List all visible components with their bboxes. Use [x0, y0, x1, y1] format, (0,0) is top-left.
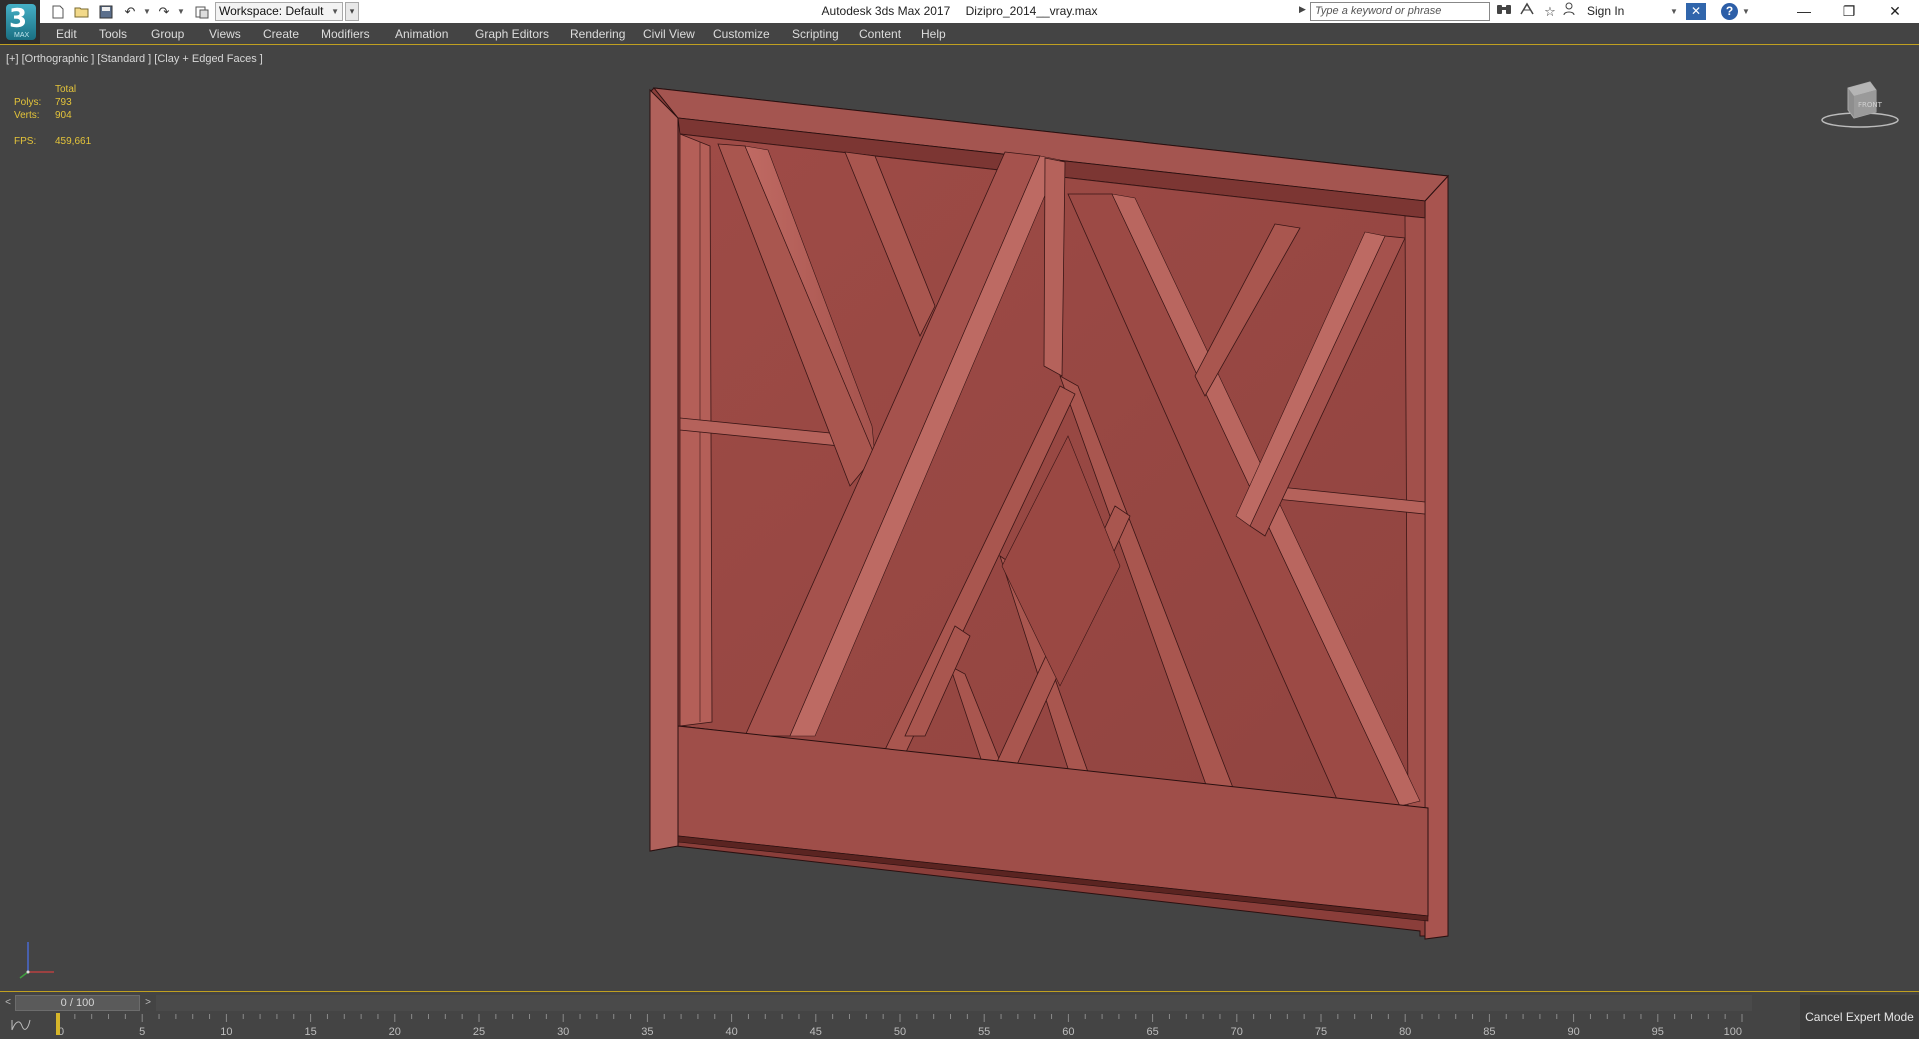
previous-frame-icon[interactable]: < — [2, 995, 14, 1011]
open-file-icon[interactable] — [72, 2, 92, 21]
search-placeholder: Type a keyword or phrase — [1315, 5, 1442, 17]
current-frame-marker[interactable] — [56, 1013, 60, 1035]
menu-views[interactable]: Views — [209, 23, 241, 45]
menu-create[interactable]: Create — [263, 23, 299, 45]
mini-curve-editor-icon[interactable] — [10, 1018, 32, 1035]
right-inner-bevel — [1404, 215, 1426, 817]
favorites-star-icon[interactable]: ☆ — [1539, 2, 1561, 21]
timeline-ruler[interactable]: 0 5 10 15 20 25 30 35 40 45 50 55 60 65 70 75 80 85 90 95 10… — [56, 1013, 1746, 1039]
exchange-apps-icon[interactable]: ✕ — [1686, 3, 1706, 20]
communication-center-icon[interactable] — [1516, 2, 1538, 21]
timeline-tick-label: 95 — [1652, 1026, 1664, 1038]
minimize-icon[interactable]: — — [1781, 0, 1827, 23]
help-icon[interactable]: ? — [1721, 3, 1738, 20]
restore-icon[interactable]: ❐ — [1826, 0, 1872, 23]
menu-scripting[interactable]: Scripting — [792, 23, 839, 45]
menu-tools[interactable]: Tools — [99, 23, 127, 45]
redo-icon[interactable]: ↷ — [154, 2, 174, 21]
fps-value: 459,661 — [55, 136, 92, 147]
timeline-tick-label: 80 — [1399, 1026, 1411, 1038]
undo-icon[interactable]: ↶ — [120, 2, 140, 21]
redo-dropdown-icon[interactable]: ▼ — [176, 2, 186, 21]
timeline-tick-label: 25 — [473, 1026, 485, 1038]
workspace-select[interactable]: Workspace: Default ▼ — [215, 2, 343, 21]
menu-civil-view[interactable]: Civil View — [643, 23, 695, 45]
slat-8 — [1043, 157, 1066, 377]
app-logo-button[interactable]: 3 MAX — [0, 0, 40, 44]
workspace-options-button[interactable]: ▾ — [345, 2, 359, 21]
menu-content[interactable]: Content — [859, 23, 901, 45]
menu-graph-editors[interactable]: Graph Editors — [475, 23, 549, 45]
timeline-tick-label: 30 — [557, 1026, 569, 1038]
timeline-tick-label: 55 — [978, 1026, 990, 1038]
timeline-tick-label: 10 — [220, 1026, 232, 1038]
app-title: Autodesk 3ds Max 2017 — [821, 4, 951, 18]
stats-header: Total — [55, 84, 77, 95]
sign-in-button[interactable]: Sign In — [1587, 2, 1624, 21]
workspace-value: Workspace: Default — [219, 4, 324, 18]
timeline-tick-label: 100 — [1724, 1026, 1742, 1038]
perspective-viewport[interactable]: [+] [Orthographic ] [Standard ] [Clay + … — [0, 46, 1919, 992]
help-dropdown-icon[interactable]: ▼ — [1742, 2, 1750, 21]
chevron-down-icon: ▼ — [331, 7, 339, 16]
new-file-icon[interactable] — [48, 2, 68, 21]
time-slider-track[interactable] — [156, 995, 1752, 1011]
left-post — [649, 88, 679, 852]
polys-value: 793 — [55, 97, 72, 108]
time-slider-handle[interactable]: 0 / 100 — [15, 995, 140, 1011]
track-bar[interactable]: 0 5 10 15 20 25 30 35 40 45 50 55 60 65 70 75 80 85 90 95 10… — [0, 1013, 1800, 1039]
cancel-expert-mode-button[interactable]: Cancel Expert Mode — [1800, 995, 1919, 1039]
binoculars-icon[interactable] — [1493, 2, 1515, 21]
timeline-tick-label: 20 — [389, 1026, 401, 1038]
verts-label: Verts: — [14, 110, 40, 121]
viewport-label[interactable]: [+] [Orthographic ] [Standard ] [Clay + … — [6, 53, 263, 65]
viewcube-icon[interactable]: FRONT — [1818, 78, 1904, 136]
sign-in-dropdown-icon[interactable]: ▼ — [1670, 2, 1678, 21]
viewcube-face-label: FRONT — [1858, 101, 1883, 109]
frame-counter: 0 / 100 — [60, 997, 95, 1009]
menu-help[interactable]: Help — [921, 23, 946, 45]
time-slider: < 0 / 100 > — [0, 993, 1919, 1013]
close-icon[interactable]: ✕ — [1872, 0, 1918, 23]
timeline-tick-label: 35 — [641, 1026, 653, 1038]
timeline-tick-label: 75 — [1315, 1026, 1327, 1038]
timeline-tick-label: 15 — [304, 1026, 316, 1038]
title-bar: 3 MAX ↶ ▼ ↷ ▼ Workspace: Default ▼ ▾ Aut… — [0, 0, 1919, 44]
timeline-tick-label: 40 — [725, 1026, 737, 1038]
menu-rendering[interactable]: Rendering — [570, 23, 625, 45]
next-frame-icon[interactable]: > — [142, 995, 154, 1011]
polys-label: Polys: — [14, 97, 42, 108]
axis-tripod-icon — [19, 942, 54, 979]
fence-panel-model[interactable] — [0, 46, 1919, 992]
timeline-tick-label: 90 — [1567, 1026, 1579, 1038]
save-file-icon[interactable] — [96, 2, 116, 21]
project-folder-icon[interactable] — [192, 2, 212, 21]
timeline-tick-label: 45 — [810, 1026, 822, 1038]
menu-bar: Edit Tools Group Views Create Modifiers … — [0, 23, 1919, 45]
timeline-tick-label: 50 — [894, 1026, 906, 1038]
menu-group[interactable]: Group — [151, 23, 184, 45]
search-input[interactable]: Type a keyword or phrase — [1310, 2, 1490, 21]
menu-edit[interactable]: Edit — [56, 23, 77, 45]
file-name: Dizipro_2014__vray.max — [965, 4, 1098, 18]
user-icon — [1562, 2, 1576, 21]
undo-dropdown-icon[interactable]: ▼ — [142, 2, 152, 21]
menu-animation[interactable]: Animation — [395, 23, 448, 45]
timeline-tick-label: 5 — [139, 1026, 145, 1038]
timeline-tick-label: 65 — [1146, 1026, 1158, 1038]
app-logo-subtext: MAX — [14, 32, 30, 39]
menu-customize[interactable]: Customize — [713, 23, 770, 45]
app-logo-text: 3 — [9, 4, 28, 34]
fps-label: FPS: — [14, 136, 37, 147]
timeline-tick-label: 70 — [1231, 1026, 1243, 1038]
timeline-tick-label: 60 — [1062, 1026, 1074, 1038]
verts-value: 904 — [55, 110, 72, 121]
menu-modifiers[interactable]: Modifiers — [321, 23, 370, 45]
search-expand-icon[interactable]: ▶ — [1299, 4, 1306, 15]
timeline-tick-label: 85 — [1483, 1026, 1495, 1038]
